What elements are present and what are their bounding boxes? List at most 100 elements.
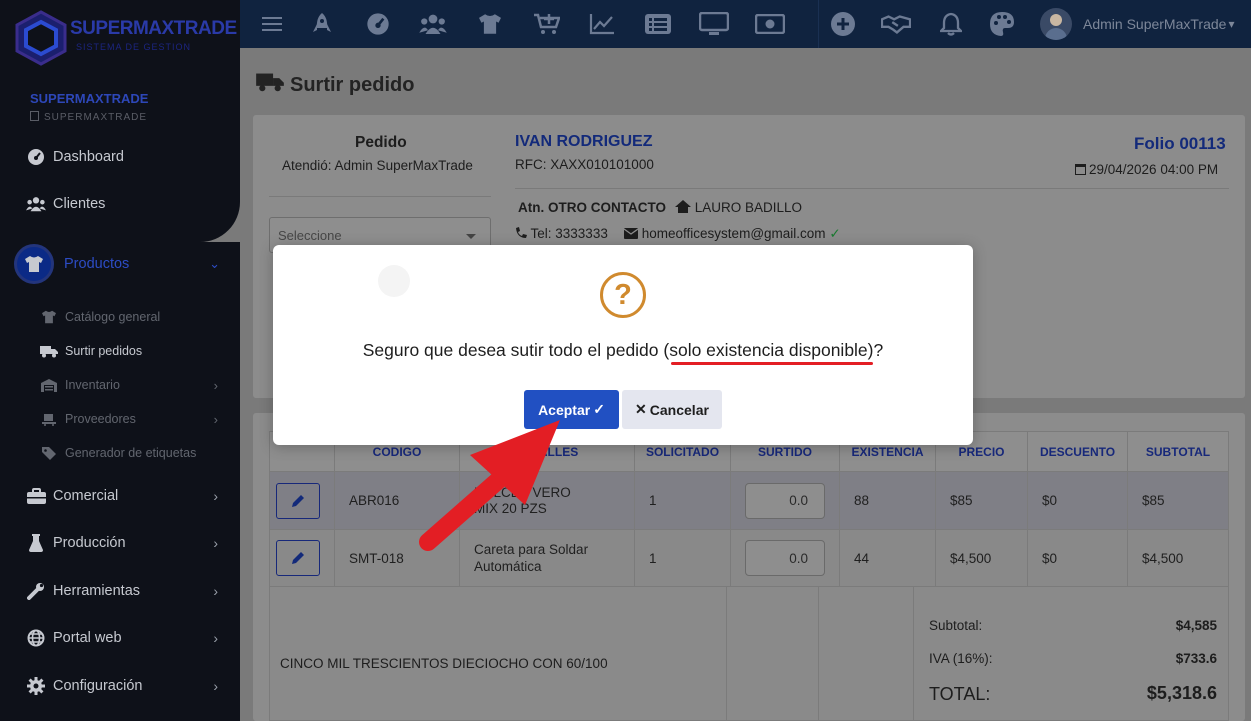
- supplied-qty-input[interactable]: [745, 482, 825, 519]
- divider: [913, 587, 914, 721]
- contact-email-text: homeofficesystem@gmail.com: [641, 226, 826, 241]
- order-label: Pedido: [355, 134, 407, 151]
- total-label: TOTAL:: [929, 684, 991, 704]
- sidebar-item-label: Herramientas: [53, 583, 141, 599]
- cell-details: Careta para Soldar Automática: [459, 529, 635, 587]
- chevron-right-icon: ›: [213, 535, 218, 551]
- divider: [818, 587, 819, 721]
- sidebar-item-portal-web[interactable]: Portal web ›: [0, 620, 240, 656]
- sidebar-subitem-proveedores[interactable]: Proveedores ›: [0, 404, 240, 434]
- cell-discount: $0: [1027, 471, 1128, 530]
- table-header: SUBTOTAL: [1127, 431, 1229, 472]
- bell-icon[interactable]: [936, 10, 966, 38]
- cell-subtotal: $85: [1127, 471, 1229, 530]
- iva-label: IVA (16%):: [929, 651, 993, 666]
- total-value: $5,318.6: [1146, 683, 1217, 703]
- sidebar-item-produccion[interactable]: Producción ›: [0, 525, 240, 561]
- tags-icon: [40, 445, 58, 461]
- cancel-button[interactable]: ✕ Cancelar: [622, 390, 722, 429]
- sidebar-item-label: Configuración: [53, 678, 143, 694]
- handshake-icon[interactable]: [881, 10, 911, 38]
- dashboard-gauge-icon: [26, 147, 46, 167]
- palette-icon[interactable]: [987, 10, 1017, 38]
- tshirt-icon: [14, 244, 54, 284]
- chevron-right-icon: ›: [213, 630, 218, 646]
- home-icon: [675, 200, 691, 215]
- users-icon[interactable]: [418, 10, 448, 38]
- cell-requested: 1: [634, 529, 731, 587]
- dashboard-gauge-icon[interactable]: [363, 10, 393, 38]
- subtotal-value: $4,585: [1175, 618, 1217, 633]
- dialog-message: Seguro que desea sutir todo el pedido (s…: [362, 340, 884, 360]
- client-name[interactable]: IVAN RODRIGUEZ: [515, 133, 652, 151]
- order-date-text: 29/04/2026 04:00 PM: [1089, 162, 1219, 177]
- globe-icon: [26, 628, 46, 648]
- user-name: Admin SuperMaxTrade: [1083, 16, 1227, 32]
- list-icon[interactable]: [643, 10, 673, 38]
- cancel-button-label: Cancelar: [649, 401, 709, 418]
- truck-icon: [256, 72, 284, 98]
- cell-price: $4,500: [935, 529, 1028, 587]
- sidebar-item-comercial[interactable]: Comercial ›: [0, 478, 240, 514]
- pencil-icon: [292, 552, 304, 564]
- rocket-icon[interactable]: [307, 10, 337, 38]
- sidebar-subitem-surtir-pedidos[interactable]: Surtir pedidos: [0, 336, 240, 366]
- order-items-table: CODIGO DETALLES SOLICITADO SURTIDO EXIST…: [269, 431, 1229, 587]
- company-subtitle-text: SUPERMAXTRADE: [44, 112, 148, 123]
- supplied-qty-input[interactable]: [745, 540, 825, 576]
- contact-person-text: LAURO BADILLO: [694, 200, 803, 215]
- cell-subtotal: $4,500: [1127, 529, 1229, 587]
- check-verified-icon: ✓: [829, 226, 841, 241]
- dialog-ghost-circle: [378, 265, 410, 297]
- app-logo[interactable]: SUPERMAXTRADE SISTEMA DE GESTION: [12, 8, 237, 68]
- pencil-icon: [292, 494, 304, 507]
- sidebar-item-label: Clientes: [53, 196, 106, 212]
- contact-email: homeofficesystem@gmail.com ✓: [623, 226, 841, 242]
- brand-subtitle: SISTEMA DE GESTION: [76, 42, 192, 52]
- sidebar-subitem-inventario[interactable]: Inventario ›: [0, 370, 240, 400]
- cell-requested: 1: [634, 471, 731, 530]
- company-name: SUPERMAXTRADE: [30, 91, 149, 106]
- accept-button[interactable]: Aceptar ✓: [524, 390, 619, 429]
- sidebar-subitem-etiquetas[interactable]: Generador de etiquetas: [0, 438, 240, 468]
- users-icon: [26, 194, 46, 214]
- sidebar-item-productos[interactable]: Productos: [64, 256, 129, 272]
- menu-icon[interactable]: [257, 10, 287, 38]
- check-icon: ✓: [593, 401, 605, 417]
- desktop-icon[interactable]: [699, 10, 729, 38]
- edit-row-button[interactable]: [276, 482, 320, 519]
- cart-plus-icon[interactable]: [532, 10, 562, 38]
- table-header: DESCUENTO: [1027, 431, 1128, 472]
- cell-discount: $0: [1027, 529, 1128, 587]
- divider: [726, 587, 727, 721]
- edit-row-button[interactable]: [276, 540, 320, 576]
- totals-section: CINCO MIL TRESCIENTOS DIECIOCHO CON 60/1…: [269, 587, 1229, 721]
- order-date: 29/04/2026 04:00 PM: [1075, 162, 1218, 177]
- annotation-underline: [671, 362, 873, 365]
- money-icon[interactable]: [755, 10, 785, 38]
- contact-person: LAURO BADILLO: [675, 200, 802, 215]
- sidebar-item-label: Comercial: [53, 488, 119, 504]
- plus-circle-icon[interactable]: [828, 10, 858, 38]
- cell-code: SMT-018: [334, 529, 460, 587]
- user-menu[interactable]: Admin SuperMaxTrade ▾: [1040, 0, 1234, 48]
- sidebar-subitem-label: Catálogo general: [65, 310, 161, 324]
- briefcase-icon: [26, 486, 46, 506]
- select-placeholder: Seleccione: [278, 228, 342, 243]
- tshirt-icon[interactable]: [475, 10, 505, 38]
- flask-icon: [26, 533, 46, 553]
- sidebar-item-herramientas[interactable]: Herramientas ›: [0, 573, 240, 609]
- chevron-right-icon: ›: [213, 377, 218, 393]
- line-chart-icon[interactable]: [587, 10, 617, 38]
- cell-stock: 88: [839, 471, 936, 530]
- sidebar-item-configuracion[interactable]: Configuración ›: [0, 668, 240, 704]
- folio-number: Folio 00113: [1134, 134, 1226, 153]
- building-icon: [30, 111, 39, 121]
- sidebar-subitem-catalogo[interactable]: Catálogo general: [0, 302, 240, 332]
- page-title-text: Surtir pedido: [290, 73, 415, 96]
- wrench-icon: [26, 581, 46, 601]
- cell-code: ABR016: [334, 471, 460, 530]
- contact-phone-text: Tel: 3333333: [530, 226, 608, 241]
- tshirt-icon: [40, 309, 58, 325]
- sidebar-subitem-label: Generador de etiquetas: [65, 446, 197, 460]
